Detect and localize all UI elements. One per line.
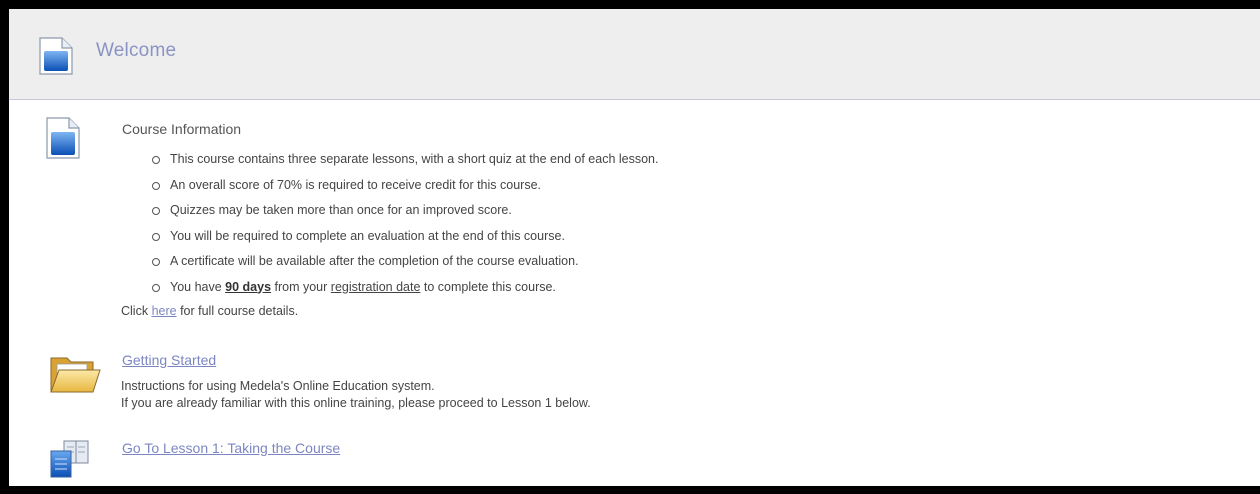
- list-item: An overall score of 70% is required to r…: [152, 175, 658, 201]
- course-details-line: Click here for full course details.: [121, 304, 299, 318]
- course-details-link[interactable]: here: [152, 304, 177, 318]
- list-item: Quizzes may be taken more than once for …: [152, 200, 658, 226]
- list-item: A certificate will be available after th…: [152, 251, 658, 277]
- getting-started-link[interactable]: Getting Started: [122, 352, 216, 368]
- folder-icon[interactable]: [49, 352, 101, 401]
- bullet-icon: [152, 232, 160, 241]
- document-icon: [46, 117, 80, 164]
- course-info-list: This course contains three separate less…: [152, 149, 658, 302]
- bullet-icon: [152, 156, 160, 164]
- days-remaining: 90 days: [225, 279, 272, 294]
- registration-date: registration date: [330, 279, 421, 294]
- lesson-book-icon[interactable]: [48, 439, 92, 484]
- bullet-icon: [152, 258, 160, 266]
- list-item: You will be required to complete an eval…: [152, 226, 658, 252]
- page-frame: Welcome Course Information This course c…: [9, 9, 1260, 486]
- list-item: You have 90 days from your registration …: [152, 277, 658, 303]
- document-icon: [39, 37, 73, 80]
- lesson-1-link[interactable]: Go To Lesson 1: Taking the Course: [122, 440, 340, 456]
- getting-started-description: Instructions for using Medela's Online E…: [121, 379, 591, 410]
- bullet-icon: [152, 207, 160, 215]
- bullet-icon: [152, 283, 160, 292]
- course-information-heading: Course Information: [122, 121, 242, 137]
- page-header: Welcome: [9, 9, 1260, 100]
- page-title: Welcome: [96, 40, 177, 61]
- list-item: This course contains three separate less…: [152, 149, 658, 175]
- bullet-icon: [152, 181, 160, 190]
